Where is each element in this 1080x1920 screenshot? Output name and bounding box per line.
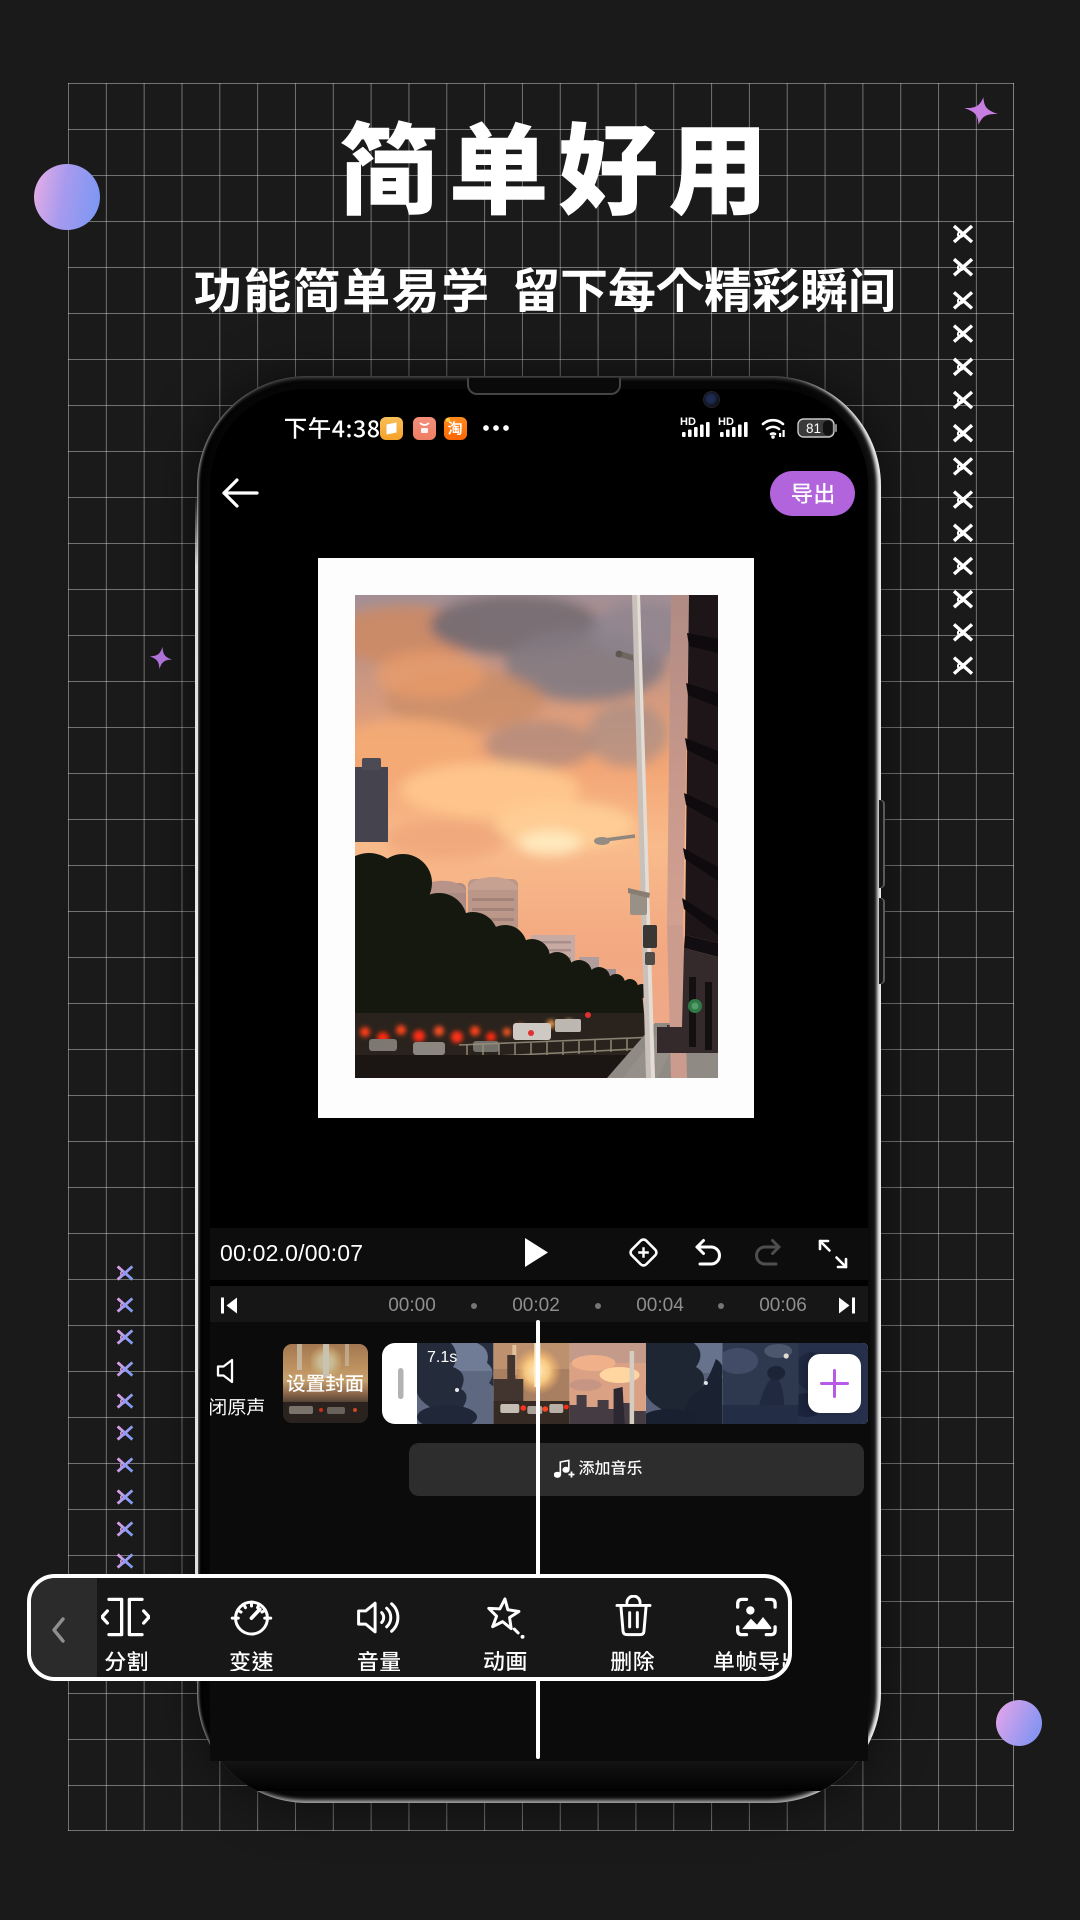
- svg-text:81: 81: [806, 421, 821, 436]
- svg-text:HD: HD: [680, 416, 696, 428]
- svg-text:HD: HD: [718, 416, 734, 428]
